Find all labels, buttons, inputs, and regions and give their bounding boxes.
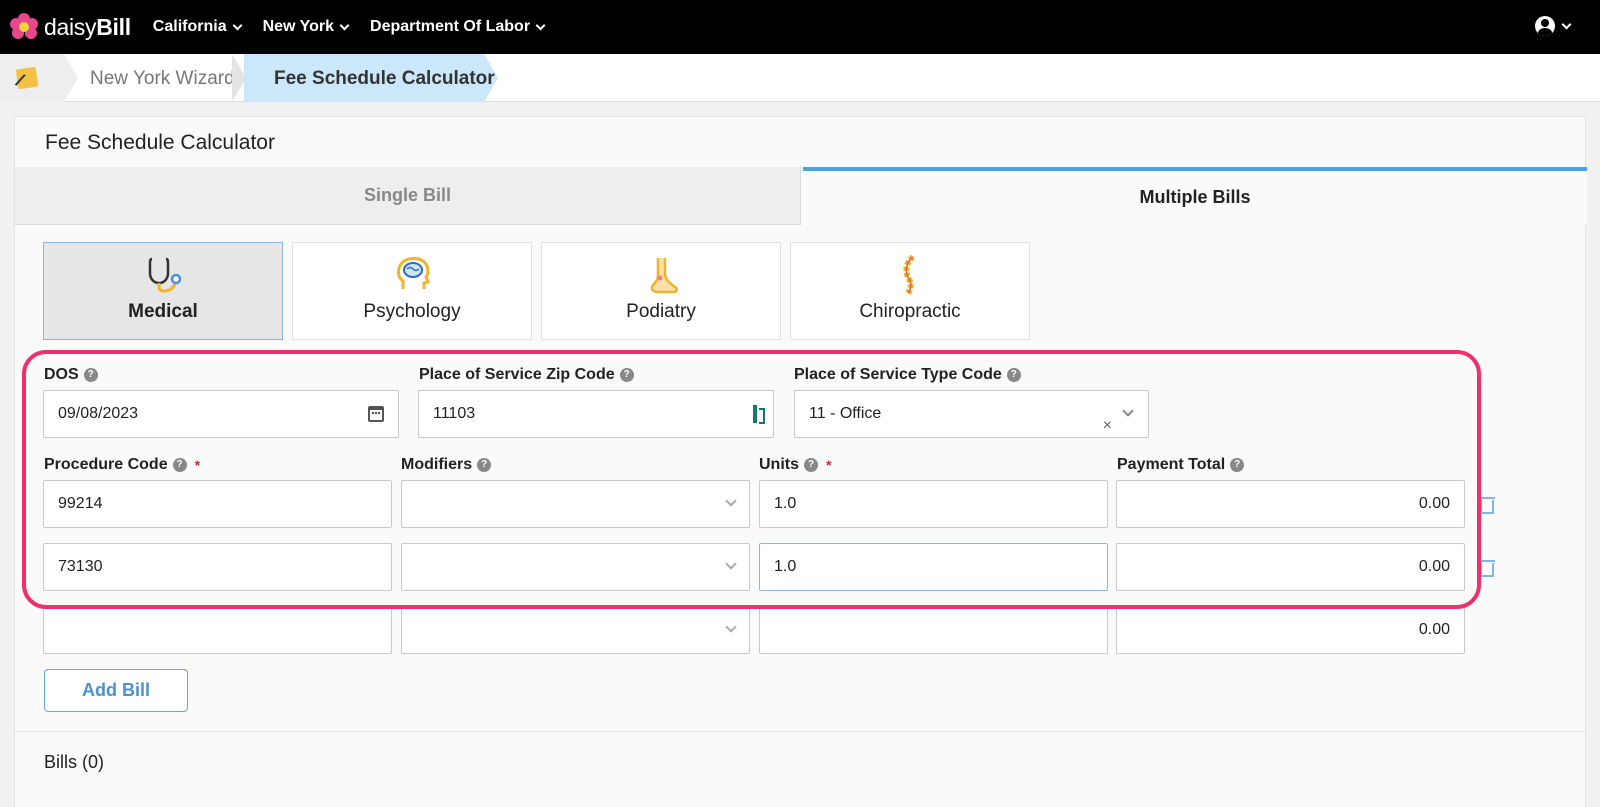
specialty-medical[interactable]: Medical (43, 242, 283, 340)
top-navbar: daisyBill California New York Department… (0, 0, 1600, 54)
dos-input[interactable]: 09/08/2023 (43, 390, 399, 438)
modifiers-select[interactable] (401, 606, 750, 654)
nav-new-york[interactable]: New York (263, 18, 350, 36)
specialty-label: Medical (128, 301, 198, 322)
chevron-down-icon (1561, 19, 1572, 29)
required-mark: * (194, 457, 201, 473)
dos-value: 09/08/2023 (58, 405, 139, 422)
specialty-label: Psychology (363, 301, 461, 322)
payment-total-label: Payment Total? (1117, 456, 1245, 474)
chevron-down-icon[interactable] (1122, 405, 1134, 417)
modifiers-label: Modifiers? (401, 456, 492, 474)
nav-california[interactable]: California (153, 18, 243, 36)
payment-total-field: 0.00 (1116, 606, 1465, 654)
stethoscope-icon (148, 257, 182, 293)
chevron-down-icon (232, 20, 243, 30)
zip-lookup-icon[interactable] (753, 405, 765, 424)
zip-label: Place of Service Zip Code? (419, 366, 634, 384)
breadcrumb-current: Fee Schedule Calculator (274, 68, 495, 89)
units-label: Units? * (759, 456, 832, 473)
specialty-label: Chiropractic (859, 301, 961, 322)
breadcrumb-new-york-wizard[interactable]: New York Wizard (90, 68, 235, 90)
clear-icon[interactable]: × (1103, 403, 1112, 449)
foot-icon (650, 258, 679, 294)
procedure-code-label: Procedure Code? * (44, 456, 201, 473)
tab-multiple-bills[interactable]: Multiple Bills (803, 167, 1587, 225)
pos-type-label: Place of Service Type Code? (794, 366, 1021, 384)
page-title: Fee Schedule Calculator (45, 131, 275, 154)
pos-type-value: 11 - Office (809, 405, 882, 422)
payment-total-field: 0.00 (1116, 543, 1465, 591)
modifiers-select[interactable] (401, 543, 750, 591)
zip-input[interactable]: 11103 (418, 390, 774, 438)
help-icon[interactable]: ? (619, 368, 634, 382)
zip-value: 11103 (433, 405, 476, 422)
nav-department-of-labor[interactable]: Department Of Labor (370, 18, 546, 36)
dos-label: DOS? (44, 366, 98, 384)
specialty-psychology[interactable]: Psychology (292, 242, 532, 340)
help-icon[interactable]: ? (83, 368, 98, 382)
help-icon[interactable]: ? (1006, 368, 1021, 382)
specialty-chiropractic[interactable]: Chiropractic (790, 242, 1030, 340)
trash-icon[interactable] (1477, 560, 1495, 577)
trash-icon[interactable] (1477, 497, 1495, 514)
breadcrumb-home[interactable] (0, 54, 64, 102)
procedure-code-input[interactable] (43, 606, 392, 654)
procedure-code-input[interactable]: 73130 (43, 543, 392, 591)
daisy-flower-icon (10, 13, 38, 41)
bills-count: Bills (0) (44, 752, 105, 772)
specialty-podiatry[interactable]: Podiatry (541, 242, 781, 340)
brain-head-icon (397, 257, 431, 289)
chevron-down-icon (535, 20, 546, 30)
spine-icon (903, 255, 916, 295)
help-icon[interactable]: ? (804, 458, 818, 472)
units-input[interactable]: 1.0 (759, 480, 1108, 528)
tab-single-bill[interactable]: Single Bill (15, 167, 801, 225)
breadcrumb: New York Wizard Fee Schedule Calculator (0, 54, 1600, 102)
units-input[interactable] (759, 606, 1108, 654)
calendar-icon[interactable] (368, 406, 384, 422)
add-bill-button[interactable]: Add Bill (44, 669, 188, 712)
units-input[interactable]: 1.0 (759, 543, 1108, 591)
payment-total-field: 0.00 (1116, 480, 1465, 528)
user-avatar-icon (1535, 16, 1555, 36)
chevron-down-icon[interactable] (725, 495, 737, 507)
user-menu[interactable] (1535, 16, 1572, 36)
brand-name: daisyBill (44, 13, 131, 40)
chevron-down-icon (339, 20, 350, 30)
help-icon[interactable]: ? (1230, 458, 1245, 472)
pos-type-select[interactable]: 11 - Office × (794, 390, 1149, 438)
help-icon[interactable]: ? (172, 458, 187, 472)
specialty-label: Podiatry (626, 301, 696, 322)
notepad-icon (15, 66, 39, 90)
breadcrumb-separator (64, 54, 78, 102)
chevron-down-icon[interactable] (725, 621, 737, 633)
brand-logo[interactable]: daisyBill (10, 13, 131, 41)
required-mark: * (826, 457, 832, 473)
modifiers-select[interactable] (401, 480, 750, 528)
help-icon[interactable]: ? (477, 458, 492, 472)
procedure-code-input[interactable]: 99214 (43, 480, 392, 528)
divider (14, 731, 1586, 732)
chevron-down-icon[interactable] (725, 558, 737, 570)
